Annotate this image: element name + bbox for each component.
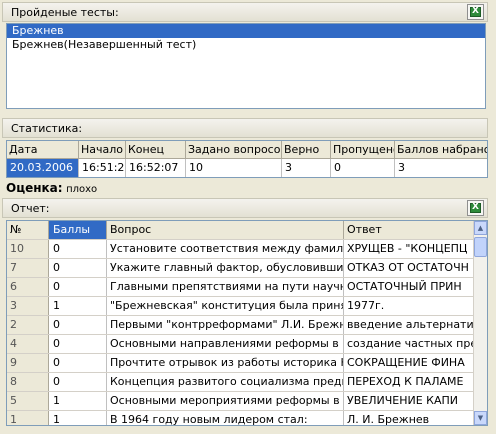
report-panel-title: Отчет: [11,202,50,215]
table-row[interactable]: 2 0 Первыми "контрреформами" Л.И. Брежне… [7,316,487,335]
table-row[interactable]: 3 1 "Брежневская" конституция была приня… [7,297,487,316]
report-grid[interactable]: № Баллы Вопрос Ответ 10 0 Установите соо… [6,220,488,426]
row-number: 8 [7,373,49,391]
table-row[interactable]: 10 0 Установите соответствия между фамил… [7,240,487,259]
scroll-thumb[interactable] [474,237,487,257]
row-question: Основными мероприятиями реформы в сельс [107,392,344,410]
row-score: 0 [49,354,107,372]
row-question: Основными направлениями реформы в пром [107,335,344,353]
column-header-end[interactable]: Конец [126,141,186,159]
row-score: 1 [49,297,107,315]
row-number: 3 [7,297,49,315]
row-number: 7 [7,259,49,277]
cell-points[interactable]: 3 [395,159,487,177]
row-question: Укажите главный фактор, обусловивший дин [107,259,344,277]
column-header-number[interactable]: № [7,221,49,239]
scroll-up-icon[interactable]: ▲ [474,221,487,235]
tests-panel-header: Пройденые тесты: [2,2,488,22]
row-question: Концепция развитого социализма предполаг [107,373,344,391]
row-answer: ОТКАЗ ОТ ОСТАТОЧН [347,261,469,274]
table-row[interactable]: 6 0 Главными препятствиями на пути научн… [7,278,487,297]
table-row[interactable]: 1 1 В 1964 году новым лидером стал: Л. И… [7,411,487,426]
cell-questions[interactable]: 10 [186,159,282,177]
column-header-date[interactable]: Дата [7,141,79,159]
row-question: "Брежневская" конституция была принята в… [107,297,344,315]
row-question: Установите соответствия между фамилиями [107,240,344,258]
cell-start[interactable]: 16:51:21 [79,159,126,177]
row-answer: СОКРАЩЕНИЕ ФИНА [347,356,465,369]
cell-skipped[interactable]: 0 [331,159,395,177]
row-answer: Л. И. Брежнев [347,413,430,426]
row-question: В 1964 году новым лидером стал: [107,411,344,425]
column-header-start[interactable]: Начало [79,141,126,159]
row-score: 0 [49,335,107,353]
row-number: 2 [7,316,49,334]
row-number: 5 [7,392,49,410]
grade-line: Оценка: плохо [6,181,97,195]
row-score: 1 [49,392,107,410]
table-row[interactable]: 5 1 Основными мероприятиями реформы в се… [7,392,487,411]
cell-date[interactable]: 20.03.2006 [7,159,79,177]
row-score: 0 [49,316,107,334]
column-header-correct[interactable]: Верно [282,141,331,159]
scroll-down-icon[interactable]: ▼ [474,411,487,425]
row-number: 9 [7,354,49,372]
row-answer: ПЕРЕХОД К ПАЛАМЕ [347,375,464,388]
row-score: 0 [49,259,107,277]
row-answer: введение альтернатие [347,318,474,331]
row-answer: ОСТАТОЧНЫЙ ПРИН [347,280,462,293]
column-header-answer[interactable]: Ответ [344,221,474,239]
row-number: 4 [7,335,49,353]
stats-panel-header: Статистика: [2,118,488,138]
tests-panel-title: Пройденые тесты: [11,6,119,19]
column-header-question[interactable]: Вопрос [107,221,344,239]
report-panel-header: Отчет: [2,198,488,218]
row-number: 6 [7,278,49,296]
table-row[interactable]: 4 0 Основными направлениями реформы в пр… [7,335,487,354]
row-number: 1 [7,411,49,425]
row-question: Прочтите отрывок из работы историка Н.Н.… [107,354,344,372]
column-header-points[interactable]: Баллов набрано [395,141,487,159]
grade-label: Оценка: [6,181,63,195]
cell-correct[interactable]: 3 [282,159,331,177]
column-header-score[interactable]: Баллы [49,221,107,239]
table-row[interactable]: 8 0 Концепция развитого социализма пред п… [7,373,487,392]
list-item[interactable]: Брежнев [7,24,485,38]
row-answer: создание частных пре [347,337,474,350]
vertical-scrollbar[interactable]: ▲ ▼ [473,221,487,425]
excel-export-icon[interactable] [467,4,484,20]
row-question: Главными препятствиями на пути научно-те… [107,278,344,296]
column-header-skipped[interactable]: Пропущено [331,141,395,159]
grade-value: плохо [66,184,98,195]
stats-panel-title: Статистика: [11,122,83,135]
row-answer: УВЕЛИЧЕНИЕ КАПИ [347,394,458,407]
tests-list[interactable]: Брежнев Брежнев(Незавершенный тест) [6,23,486,109]
table-row[interactable]: 7 0 Укажите главный фактор, обусловивший… [7,259,487,278]
row-answer: ХРУЩЕВ - "КОНЦЕПЦ [347,242,468,255]
row-question: Первыми "контрреформами" Л.И. Брежнева [107,316,344,334]
excel-export-icon[interactable] [467,200,484,216]
row-score: 1 [49,411,107,425]
row-answer: 1977г. [347,299,385,312]
row-score: 0 [49,240,107,258]
table-row[interactable]: 9 0 Прочтите отрывок из работы историка … [7,354,487,373]
row-number: 10 [7,240,49,258]
row-score: 0 [49,278,107,296]
list-item[interactable]: Брежнев(Незавершенный тест) [7,38,485,52]
cell-end[interactable]: 16:52:07 [126,159,186,177]
stats-grid[interactable]: Дата Начало Конец Задано вопросов Верно … [6,140,488,178]
column-header-questions[interactable]: Задано вопросов [186,141,282,159]
row-score: 0 [49,373,107,391]
